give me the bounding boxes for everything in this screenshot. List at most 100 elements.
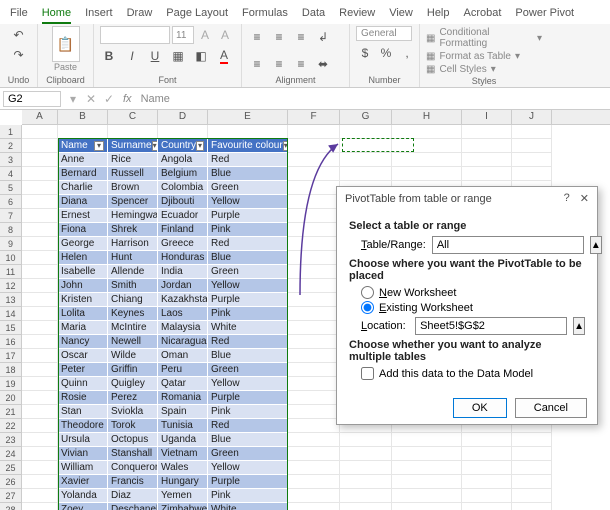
row-header[interactable]: 2 <box>0 139 22 153</box>
paste-icon[interactable]: 📋 <box>52 26 80 62</box>
cell[interactable]: Blue <box>208 349 288 363</box>
number-format-select[interactable] <box>356 26 412 41</box>
tab-acrobat[interactable]: Acrobat <box>464 4 502 24</box>
cell[interactable] <box>158 125 208 139</box>
cell[interactable] <box>22 475 58 489</box>
cell[interactable] <box>22 391 58 405</box>
cell[interactable] <box>288 475 340 489</box>
cell[interactable] <box>512 489 552 503</box>
cell[interactable]: Zoey <box>58 503 108 510</box>
filter-dropdown-icon[interactable]: ▾ <box>196 141 204 151</box>
cell[interactable] <box>22 125 58 139</box>
cell[interactable] <box>512 503 552 510</box>
cell[interactable] <box>22 433 58 447</box>
cell[interactable] <box>392 125 462 139</box>
cell[interactable]: Country▾ <box>158 139 208 153</box>
cell[interactable]: Yellow <box>208 195 288 209</box>
cell[interactable]: Pink <box>208 307 288 321</box>
cell[interactable] <box>22 503 58 510</box>
cell[interactable]: Kristen <box>58 293 108 307</box>
cell[interactable] <box>288 447 340 461</box>
ok-button[interactable]: OK <box>453 398 507 418</box>
cell[interactable] <box>462 475 512 489</box>
row-header[interactable]: 28 <box>0 503 22 510</box>
cell[interactable]: Colombia <box>158 181 208 195</box>
comma-icon[interactable]: , <box>398 44 416 62</box>
cell[interactable] <box>288 307 340 321</box>
border-icon[interactable]: ▦ <box>169 47 187 65</box>
cell[interactable]: William <box>58 461 108 475</box>
percent-icon[interactable]: % <box>377 44 395 62</box>
name-box[interactable] <box>3 91 61 107</box>
cell[interactable]: Oman <box>158 349 208 363</box>
cell[interactable] <box>462 153 512 167</box>
cell[interactable] <box>340 139 392 153</box>
align-center-icon[interactable]: ≡ <box>270 55 288 73</box>
redo-icon[interactable]: ↷ <box>10 46 28 64</box>
cell[interactable]: Tunisia <box>158 419 208 433</box>
cell[interactable] <box>288 209 340 223</box>
cell[interactable]: Ernest <box>58 209 108 223</box>
cell[interactable]: Green <box>208 363 288 377</box>
cell[interactable]: Jordan <box>158 279 208 293</box>
cell[interactable] <box>392 153 462 167</box>
cell[interactable] <box>340 489 392 503</box>
cell[interactable] <box>288 195 340 209</box>
cell[interactable] <box>288 251 340 265</box>
cell[interactable]: Pink <box>208 223 288 237</box>
wrap-text-icon[interactable]: ↲ <box>314 28 332 46</box>
cell[interactable] <box>392 167 462 181</box>
cell[interactable]: Red <box>208 153 288 167</box>
cell[interactable]: White <box>208 321 288 335</box>
cell[interactable]: Harrison <box>108 237 158 251</box>
tab-home[interactable]: Home <box>42 4 71 24</box>
cancel-button[interactable]: Cancel <box>515 398 587 418</box>
cell[interactable]: Red <box>208 237 288 251</box>
help-icon[interactable]: ? <box>564 192 570 205</box>
column-header[interactable]: F <box>288 110 340 124</box>
cell[interactable]: Chiang <box>108 293 158 307</box>
cell[interactable] <box>288 419 340 433</box>
cell[interactable]: Ecuador <box>158 209 208 223</box>
cell[interactable]: Hungary <box>158 475 208 489</box>
cell[interactable]: Purple <box>208 475 288 489</box>
column-header[interactable]: E <box>208 110 288 124</box>
cell[interactable] <box>288 181 340 195</box>
row-header[interactable]: 23 <box>0 433 22 447</box>
filter-dropdown-icon[interactable]: ▾ <box>152 141 158 151</box>
tab-view[interactable]: View <box>389 4 413 24</box>
cell[interactable]: Spain <box>158 405 208 419</box>
cell[interactable]: Vietnam <box>158 447 208 461</box>
row-header[interactable]: 22 <box>0 419 22 433</box>
cancel-formula-icon[interactable]: ✕ <box>82 90 100 108</box>
row-header[interactable]: 19 <box>0 377 22 391</box>
cell[interactable]: Blue <box>208 167 288 181</box>
row-header[interactable]: 16 <box>0 335 22 349</box>
cell[interactable]: Red <box>208 335 288 349</box>
align-top-icon[interactable]: ≡ <box>248 28 266 46</box>
align-left-icon[interactable]: ≡ <box>248 55 266 73</box>
row-header[interactable]: 3 <box>0 153 22 167</box>
font-size-select[interactable] <box>172 26 194 44</box>
cell[interactable]: Quinn <box>58 377 108 391</box>
cell[interactable] <box>208 125 288 139</box>
cell[interactable]: Hunt <box>108 251 158 265</box>
range-ref-icon[interactable]: ▲ <box>590 236 602 254</box>
row-header[interactable]: 25 <box>0 461 22 475</box>
decrease-font-icon[interactable]: A <box>216 26 234 44</box>
cell[interactable] <box>288 167 340 181</box>
row-header[interactable]: 11 <box>0 265 22 279</box>
cell[interactable] <box>288 293 340 307</box>
cell[interactable] <box>288 279 340 293</box>
align-right-icon[interactable]: ≡ <box>292 55 310 73</box>
cell[interactable]: Kazakhstan <box>158 293 208 307</box>
tab-review[interactable]: Review <box>339 4 375 24</box>
cell[interactable] <box>22 349 58 363</box>
cell[interactable]: Newell <box>108 335 158 349</box>
cell[interactable]: Theodore <box>58 419 108 433</box>
cell[interactable] <box>392 433 462 447</box>
location-input[interactable] <box>415 317 567 335</box>
tab-help[interactable]: Help <box>427 4 450 24</box>
cell[interactable]: Green <box>208 265 288 279</box>
cell[interactable]: Purple <box>208 391 288 405</box>
